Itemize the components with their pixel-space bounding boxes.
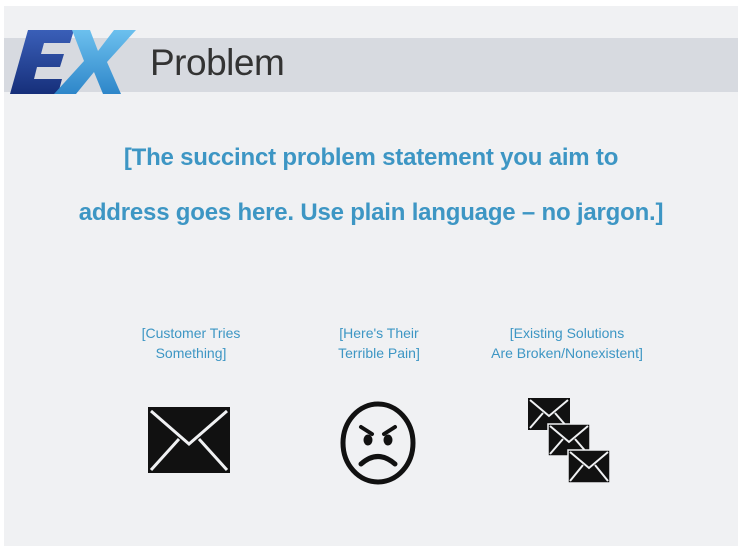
caption-line: Are Broken/Nonexistent] bbox=[491, 345, 643, 361]
problem-statement-line-2: address goes here. Use plain language – … bbox=[78, 199, 664, 226]
slide: Problem [The succinct problem statement … bbox=[4, 6, 738, 546]
ex-logo bbox=[10, 30, 136, 94]
caption-existing-solutions: [Existing Solutions Are Broken/Nonexiste… bbox=[447, 323, 687, 363]
slide-title: Problem bbox=[150, 42, 285, 83]
problem-statement-line-1: [The succinct problem statement you aim … bbox=[123, 144, 619, 171]
envelope-icon bbox=[148, 407, 230, 473]
caption-line: [Existing Solutions bbox=[509, 325, 625, 341]
stacked-envelopes-icon bbox=[528, 398, 611, 484]
frowning-face-icon bbox=[340, 401, 416, 485]
